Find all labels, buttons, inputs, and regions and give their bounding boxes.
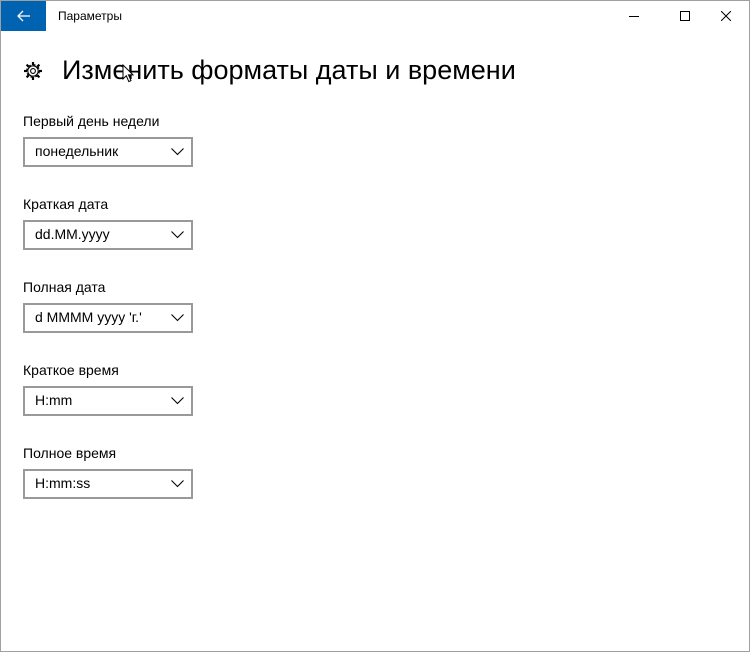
minimize-button[interactable] [611,1,657,31]
close-icon [721,11,731,21]
page-header: Изменить форматы даты и времени [22,55,516,87]
chevron-down-icon [171,148,184,156]
title-bar: Параметры [1,1,749,31]
close-button[interactable] [703,1,749,31]
long-date-dropdown[interactable]: d MMMM yyyy 'г.' [23,303,193,333]
window-title: Параметры [58,9,122,23]
short-time-value: H:mm [35,392,73,408]
gear-icon [22,60,44,82]
short-time-dropdown[interactable]: H:mm [23,386,193,416]
chevron-down-icon [171,397,184,405]
long-date-value: d MMMM yyyy 'г.' [35,309,142,325]
maximize-icon [680,11,690,21]
long-time-dropdown[interactable]: H:mm:ss [23,469,193,499]
settings-window: Параметры Изменить форматы даты и времен… [0,0,750,652]
long-time-value: H:mm:ss [35,475,91,491]
short-date-value: dd.MM.yyyy [35,226,110,242]
chevron-down-icon [171,314,184,322]
long-date-label: Полная дата [23,279,106,295]
chevron-down-icon [171,231,184,239]
back-arrow-icon [16,10,30,22]
first-day-value: понедельник [35,143,119,159]
long-time-label: Полное время [23,445,117,461]
short-date-label: Краткая дата [23,196,109,212]
back-button[interactable] [1,1,46,31]
short-date-dropdown[interactable]: dd.MM.yyyy [23,220,193,250]
chevron-down-icon [171,480,184,488]
maximize-button[interactable] [662,1,708,31]
short-time-label: Краткое время [23,362,119,378]
first-day-dropdown[interactable]: понедельник [23,137,193,167]
mouse-cursor-icon [122,64,134,83]
first-day-label: Первый день недели [23,113,160,129]
minimize-icon [629,16,639,17]
